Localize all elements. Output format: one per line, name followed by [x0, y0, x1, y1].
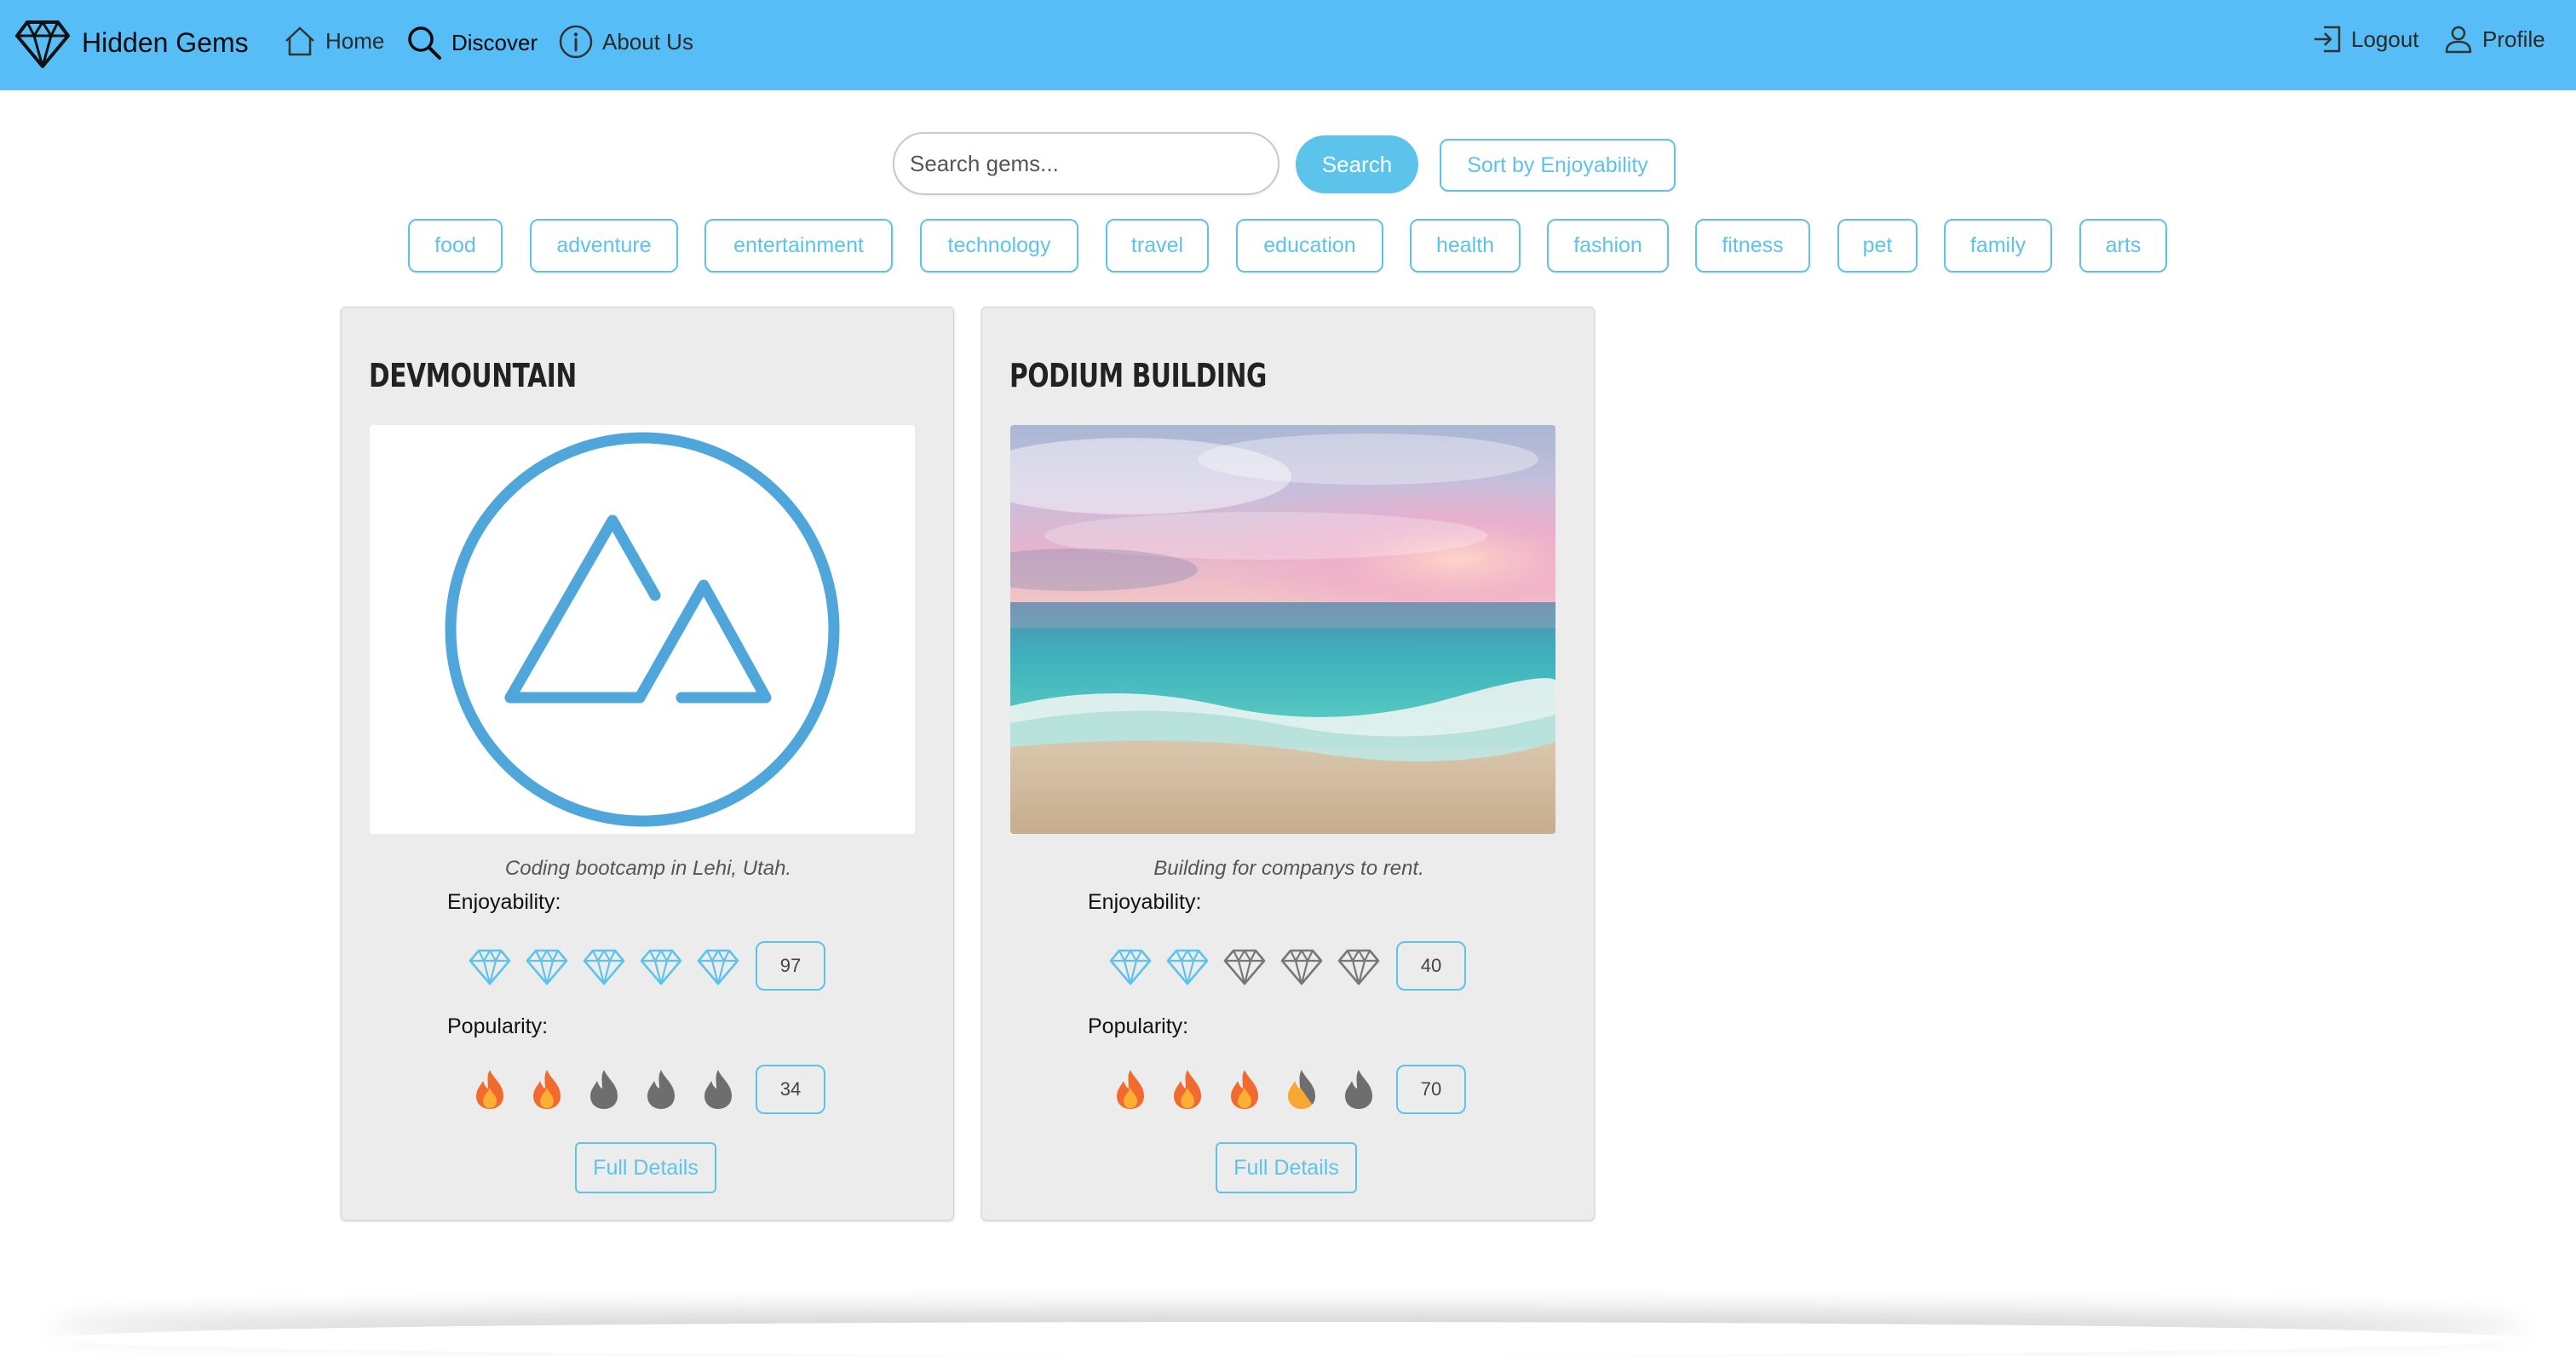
search-input[interactable]: [893, 132, 1279, 195]
popularity-label: Popularity:: [1088, 1014, 1189, 1038]
sort-by-enjoyability-button[interactable]: Sort by Enjoyability: [1440, 139, 1676, 192]
popularity-label: Popularity:: [447, 1014, 549, 1038]
card-title: DEVMOUNTAIN: [369, 357, 577, 394]
tag-fitness[interactable]: fitness: [1695, 219, 1810, 273]
gem-empty-icon: [1337, 949, 1380, 985]
nav-discover[interactable]: Discover: [405, 24, 538, 61]
tag-education[interactable]: education: [1236, 219, 1383, 273]
enjoyability-score: 40: [1396, 941, 1466, 991]
logout-icon: [2314, 26, 2341, 53]
flame-empty-icon: [1345, 1070, 1372, 1109]
gem-filled-icon: [1166, 949, 1209, 985]
gem-filled-icon: [1109, 949, 1152, 985]
popularity-score: 34: [756, 1065, 825, 1114]
tag-fashion[interactable]: fashion: [1547, 219, 1669, 273]
card-title: PODIUM BUILDING: [1009, 357, 1267, 394]
nav-logout[interactable]: Logout: [2312, 24, 2419, 55]
page-bottom-shadow: [51, 1322, 2525, 1356]
beach-photo: [1010, 425, 1555, 834]
popularity-rating: 34: [468, 1065, 825, 1114]
flame-filled-icon: [1117, 1070, 1144, 1109]
popularity-score: 70: [1396, 1065, 1466, 1114]
popularity-rating: 70: [1108, 1065, 1466, 1114]
tag-family[interactable]: family: [1944, 219, 2052, 273]
card-image-devmountain-logo: [370, 425, 915, 834]
enjoyability-label: Enjoyability:: [1088, 890, 1202, 914]
navbar: Hidden Gems Home Discover About Us Logou…: [0, 0, 2576, 90]
nav-home-label: Home: [325, 27, 385, 54]
nav-logout-label: Logout: [2351, 26, 2419, 52]
enjoyability-label: Enjoyability:: [447, 890, 561, 914]
tag-travel[interactable]: travel: [1106, 219, 1209, 273]
gem-empty-icon: [1280, 949, 1323, 985]
home-icon: [285, 26, 314, 56]
enjoyability-rating: 40: [1108, 941, 1466, 991]
card-description: Coding bootcamp in Lehi, Utah.: [504, 857, 792, 880]
nav-discover-label: Discover: [451, 29, 538, 55]
enjoyability-score: 97: [756, 941, 825, 991]
info-icon: [559, 25, 593, 59]
tag-adventure[interactable]: adventure: [530, 219, 678, 273]
full-details-button[interactable]: Full Details: [575, 1142, 716, 1193]
flame-half-icon: [1288, 1070, 1315, 1109]
gem-filled-icon: [697, 949, 739, 985]
devmountain-logo-icon: [445, 432, 840, 827]
flame-empty-icon: [704, 1070, 732, 1109]
flame-filled-icon: [1174, 1070, 1201, 1109]
flame-empty-icon: [647, 1070, 675, 1109]
flame-empty-icon: [590, 1070, 618, 1109]
tag-arts[interactable]: arts: [2079, 219, 2167, 273]
card-description: Building for companys to rent.: [1153, 857, 1424, 880]
nav-profile[interactable]: Profile: [2443, 24, 2545, 55]
gem-card: PODIUM BUILDING Building for companys to…: [981, 307, 1595, 1221]
nav-profile-label: Profile: [2482, 26, 2545, 52]
nav-about[interactable]: About Us: [558, 24, 693, 60]
card-image-beach-sunset: [1010, 425, 1555, 834]
tag-health[interactable]: health: [1410, 219, 1521, 273]
nav-about-label: About Us: [602, 28, 693, 55]
flame-filled-icon: [476, 1070, 503, 1109]
brand[interactable]: Hidden Gems: [15, 15, 249, 70]
diamond-logo-icon: [15, 20, 70, 68]
tag-entertainment[interactable]: entertainment: [704, 219, 893, 273]
search-button[interactable]: Search: [1296, 135, 1418, 193]
nav-home[interactable]: Home: [283, 24, 384, 58]
gem-filled-icon: [583, 949, 625, 985]
flame-filled-icon: [1231, 1070, 1258, 1109]
enjoyability-rating: 97: [468, 941, 825, 991]
full-details-button[interactable]: Full Details: [1216, 1142, 1357, 1193]
gem-empty-icon: [1223, 949, 1266, 985]
gem-card: DEVMOUNTAIN Coding bootcamp in Lehi, Uta…: [341, 307, 954, 1221]
tag-pet[interactable]: pet: [1837, 219, 1918, 273]
gem-filled-icon: [640, 949, 682, 985]
gem-filled-icon: [526, 949, 568, 985]
brand-name: Hidden Gems: [82, 26, 249, 58]
search-icon: [408, 26, 441, 60]
flame-filled-icon: [533, 1070, 561, 1109]
tag-technology[interactable]: technology: [920, 219, 1078, 273]
tag-food[interactable]: food: [408, 219, 503, 273]
gem-filled-icon: [469, 949, 511, 985]
user-icon: [2445, 26, 2472, 54]
